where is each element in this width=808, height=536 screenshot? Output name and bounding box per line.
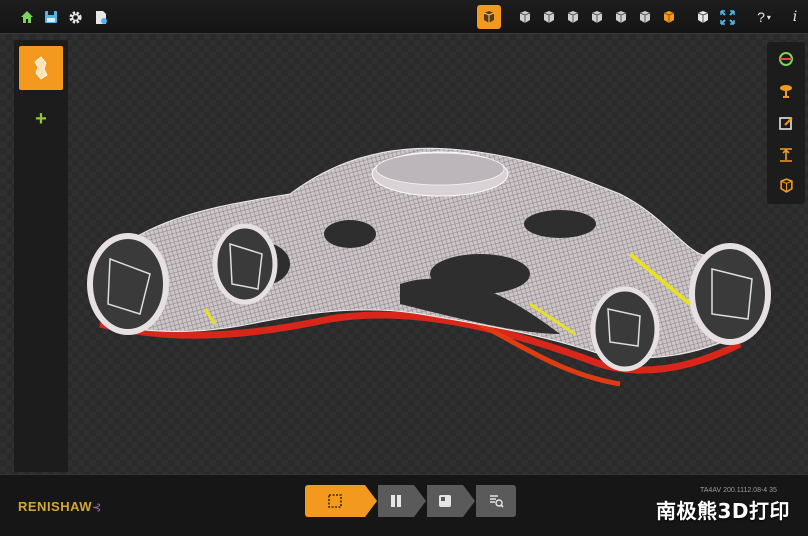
view-iso-icon[interactable]	[660, 8, 678, 26]
bottom-bar: RENISHAW⊰ TA4AV 200.1112.08-4 35 南极熊3D打印	[0, 474, 808, 536]
view-left-icon[interactable]	[564, 8, 582, 26]
help-button[interactable]: ? ▾	[752, 8, 776, 26]
view-top-icon[interactable]	[612, 8, 630, 26]
fit-view-icon[interactable]	[718, 8, 736, 26]
add-part-button[interactable]: +	[32, 109, 50, 129]
step-arrow	[414, 485, 426, 517]
document-settings-icon[interactable]	[92, 8, 110, 26]
step-arrow	[463, 485, 475, 517]
version-text: TA4AV 200.1112.08-4 35	[700, 487, 777, 494]
cube-icon[interactable]	[694, 8, 712, 26]
part-preview-icon	[34, 56, 48, 80]
select-icon	[328, 494, 342, 508]
view-front-icon[interactable]	[516, 8, 534, 26]
columns-icon	[391, 495, 401, 507]
logo-text: RENISHAW	[18, 499, 93, 514]
layout-step-button[interactable]	[378, 485, 414, 517]
select-step-button[interactable]	[305, 485, 365, 517]
renishaw-logo: RENISHAW⊰	[18, 499, 102, 514]
top-toolbar: ? ▾ i	[0, 0, 808, 34]
model-render	[87, 147, 771, 387]
preview-step-button[interactable]	[476, 485, 516, 517]
chevron-down-icon: ▾	[766, 12, 771, 22]
info-button[interactable]: i	[786, 8, 804, 26]
part-thumbnail[interactable]	[19, 46, 63, 90]
right-tools-panel	[767, 42, 805, 204]
step-arrow	[365, 485, 377, 517]
watermark-text: 南极熊3D打印	[656, 499, 791, 523]
support-grid-icon	[439, 495, 451, 507]
save-icon[interactable]	[42, 8, 60, 26]
support-icon[interactable]	[777, 82, 795, 100]
part-list-panel: +	[14, 40, 68, 472]
view-back-icon[interactable]	[540, 8, 558, 26]
logo-suffix: ⊰	[92, 502, 102, 514]
height-icon[interactable]	[777, 146, 795, 164]
edit-icon[interactable]	[777, 114, 795, 132]
help-label: ?	[757, 9, 765, 25]
view-bottom-icon[interactable]	[636, 8, 654, 26]
inspect-icon	[490, 495, 504, 508]
part-icon[interactable]	[777, 176, 795, 194]
view-right-icon[interactable]	[588, 8, 606, 26]
3d-viewport[interactable]	[0, 34, 808, 474]
gear-icon[interactable]	[66, 8, 84, 26]
orbit-icon[interactable]	[777, 50, 795, 68]
active-view-button[interactable]	[477, 5, 501, 29]
home-icon[interactable]	[18, 8, 36, 26]
support-step-button[interactable]	[427, 485, 463, 517]
